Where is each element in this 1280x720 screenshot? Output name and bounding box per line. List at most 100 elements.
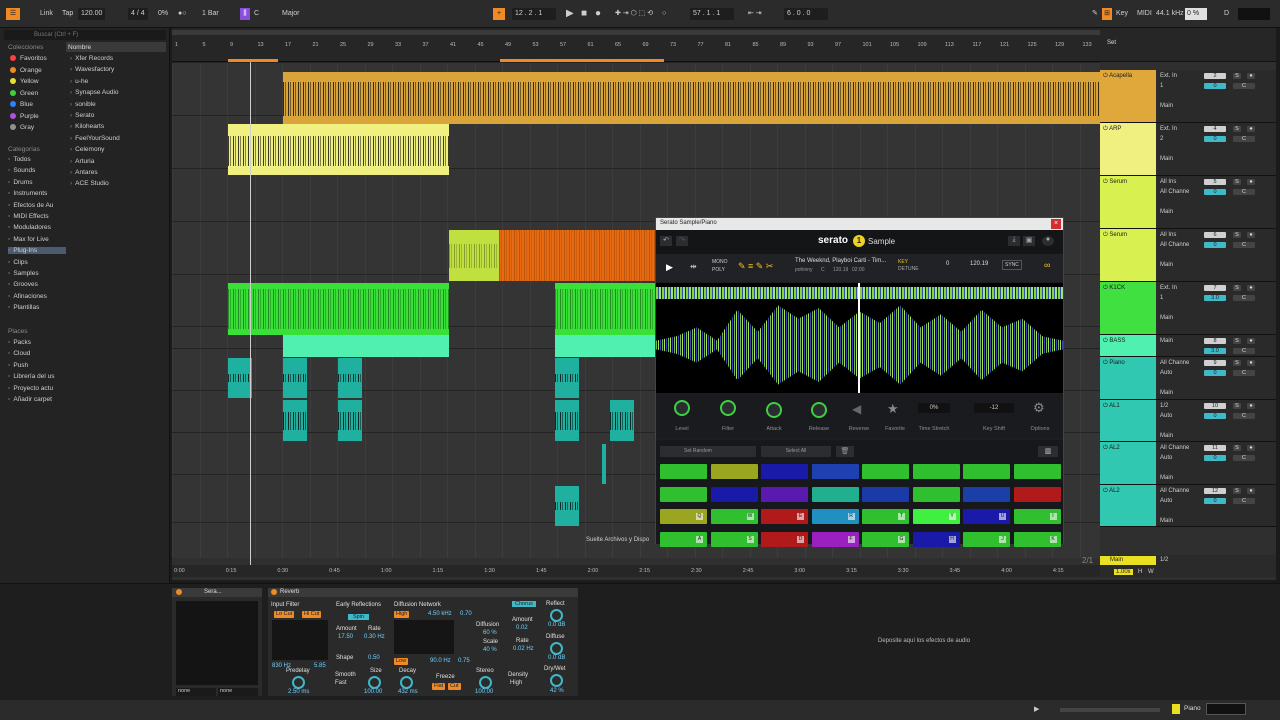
track-number[interactable]: 9 [1204,360,1226,366]
track-name[interactable]: ⏻ AL2 [1100,485,1156,526]
instrument-device[interactable]: Sera... none none [172,588,262,696]
shelf-q[interactable]: 0.70 [460,611,472,617]
pan-button[interactable]: C [1233,136,1255,142]
drywet-knob[interactable] [550,674,563,687]
track-volume[interactable]: 0 [1204,413,1226,419]
place-0[interactable]: ▫ Packs [8,339,31,346]
piano-keys-icon[interactable]: ▥ [1038,446,1058,457]
input-channel[interactable]: Auto [1160,455,1172,461]
sample-pad[interactable] [963,464,1010,479]
input-type[interactable]: All Channe [1160,488,1189,494]
chorus-rate-value[interactable]: 0.02 Hz [513,646,534,652]
input-channel[interactable]: Auto [1160,413,1172,419]
zoom-level[interactable]: 1.00x [1114,569,1133,575]
solo-button[interactable]: S [1233,73,1241,79]
loop-icon[interactable]: ○ [662,8,666,20]
predelay-value[interactable]: 2.50 ms [288,689,309,695]
clip-piano[interactable] [228,358,252,398]
clip-serum[interactable] [449,230,499,281]
reflect-value[interactable]: 0.0 dB [548,622,565,628]
sample-pad[interactable]: U [963,509,1010,524]
plugin-folder[interactable]: › sonible [70,101,96,108]
diffuse-value[interactable]: 0.0 dB [548,655,565,661]
decay-value[interactable]: 432 ms [398,689,418,695]
drywet-value[interactable]: 42 % [550,688,564,694]
sample-pad[interactable]: T [862,509,909,524]
link-icon[interactable]: ∞ [1044,260,1050,270]
category-5[interactable]: ▫ MIDI Effects [8,213,66,220]
solo-button[interactable]: S [1233,488,1241,494]
main-track[interactable]: Main 1/2 1.00x H W [1100,555,1276,577]
filter-knob[interactable] [720,400,736,416]
sample-pad[interactable] [862,486,909,502]
input-channel[interactable]: 1 [1160,83,1163,89]
attack-knob[interactable] [766,402,782,418]
input-channel[interactable]: All Channe [1160,189,1189,195]
output[interactable]: Main [1160,262,1173,268]
sample-pad[interactable] [761,486,808,502]
favorite-icon[interactable]: ★ [887,401,899,417]
size-value[interactable]: 100.00 [364,689,382,695]
clip-serum-2[interactable] [499,230,655,281]
place-5[interactable]: ▫ Añadir carpet [8,396,52,403]
shape-value[interactable]: 0.50 [368,655,380,661]
stop-icon[interactable]: ■ [581,8,587,20]
collection-favoritos[interactable]: Favoritos [10,55,47,62]
loop-length[interactable]: 6 . 0 . 0 [784,8,828,20]
serato-titlebar[interactable]: Serato Sample/Piano × [656,218,1063,230]
sync-button[interactable]: SYNC [1002,260,1022,270]
output[interactable]: Main [1160,390,1173,396]
sample-pad[interactable]: R [811,509,859,524]
track-number[interactable]: 4 [1204,126,1226,132]
groove-pct[interactable]: 0% [158,8,168,20]
play-small-icon[interactable]: ▶ [1034,705,1039,713]
filter-display[interactable] [272,620,328,660]
track-volume[interactable]: 0 [1204,189,1226,195]
track-number[interactable]: 5 [1204,179,1226,185]
clip-piano[interactable] [283,358,307,398]
clip-kick-2[interactable] [555,283,655,335]
place-3[interactable]: ▫ Librería del us [8,373,55,380]
plugin-folder[interactable]: › ACE Studio [70,180,109,187]
sample-pad[interactable] [1013,486,1061,502]
track-volume[interactable]: 0 [1204,498,1226,504]
high-button[interactable]: High [394,611,410,618]
input-type[interactable]: Ext. In [1160,73,1177,79]
select-all-button[interactable]: Select All [761,446,831,457]
clip-kick[interactable] [228,283,449,335]
density-value[interactable]: High [510,680,522,686]
output[interactable]: Main [1160,103,1173,109]
collection-yellow[interactable]: Yellow [10,78,39,85]
hi-cut-button[interactable]: Hi Cut [302,611,322,618]
collection-green[interactable]: Green [10,89,38,97]
sample-pad[interactable] [710,464,758,479]
track-name[interactable]: ⏻ AL1 [1100,400,1156,441]
pan-button[interactable]: C [1233,370,1255,376]
input-channel[interactable]: Auto [1160,498,1172,504]
track-name[interactable]: ⏻ Serum [1100,229,1156,281]
clip-al2-b[interactable] [555,486,579,526]
h-toggle[interactable]: H [1138,569,1142,575]
place-2[interactable]: ▫ Push [8,362,28,369]
stereo-knob[interactable] [479,676,492,689]
amount-value[interactable]: 17.50 [338,634,353,640]
arm-icon[interactable]: ● [1247,360,1255,366]
key-value[interactable]: 0 [946,261,949,267]
solo-button[interactable]: S [1233,403,1241,409]
level-knob[interactable] [674,400,690,416]
category-12[interactable]: ▫ Afinaciones [8,293,66,300]
sample-pad[interactable]: F [811,531,859,547]
name-column-header[interactable]: Nombre [68,44,91,51]
sample-pad[interactable]: K [1013,531,1061,547]
plugin-folder[interactable]: › FeelYourSound [70,135,120,142]
track-name[interactable]: ⏻ AL2 [1100,442,1156,484]
input-type[interactable]: All Ins [1160,179,1176,185]
tool-icons[interactable]: ✎ ≡ ✎ ✂ [738,261,773,272]
output[interactable]: Main [1160,209,1173,215]
input-channel[interactable]: 2 [1160,136,1163,142]
input-type[interactable]: Ext. In [1160,126,1177,132]
sample-pad[interactable] [963,486,1010,502]
sample-pad[interactable]: I [1013,509,1061,524]
solo-button[interactable]: S [1233,360,1241,366]
category-13[interactable]: ▫ Plantillas [8,304,66,311]
